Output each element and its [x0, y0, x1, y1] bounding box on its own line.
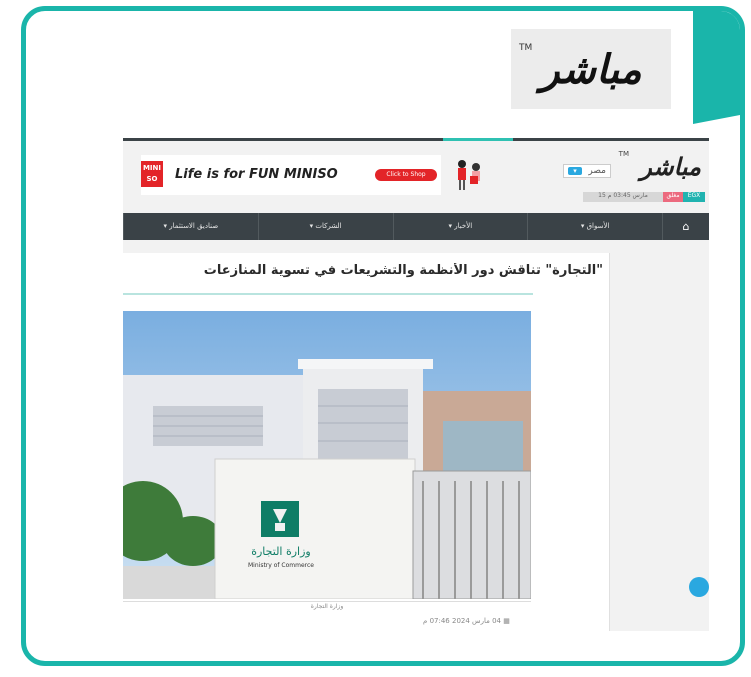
website-screenshot: TM مباشر ▾ مصر 15 مارس 03:45 م مغلق EGX … — [123, 138, 709, 631]
main-nav: ⌂ الأسواق ▾ الأخبار ▾ الشركات ▾ صناديق ا… — [123, 213, 709, 240]
market-ticker[interactable]: 15 مارس 03:45 م مغلق EGX — [583, 192, 705, 202]
article-headline[interactable]: "التجارة" تناقش دور الأنظمة والتشريعات ف… — [133, 263, 603, 278]
photo-sign-english: Ministry of Commerce — [248, 562, 314, 569]
publish-date: ▦ 04 مارس 2024 07:46 م — [423, 617, 510, 625]
article-photo: وزارة التجارة Ministry of Commerce — [123, 311, 531, 599]
ad-mascot-figures — [458, 160, 480, 190]
corner-ribbon — [693, 11, 740, 124]
miniso-logo: MINI SO — [141, 161, 163, 187]
ticker-index: EGX — [683, 192, 705, 202]
article-card: "التجارة" تناقش دور الأنظمة والتشريعات ف… — [123, 253, 610, 631]
chat-icon[interactable] — [689, 577, 709, 597]
ad-shop-button[interactable]: Click to Shop — [375, 169, 437, 181]
headline-divider — [123, 293, 533, 295]
chevron-down-icon: ▾ — [568, 167, 582, 175]
nav-news[interactable]: الأخبار ▾ — [392, 213, 528, 240]
ad-banner[interactable]: MINI SO Life is for FUN MINISO Click to … — [141, 155, 480, 195]
publish-date-text: 04 مارس 2024 07:46 م — [423, 617, 501, 625]
brand-logo: TM مباشر — [511, 29, 671, 109]
site-logo[interactable]: مباشر — [640, 152, 701, 181]
post-frame: TM مباشر TM مباشر ▾ مصر 15 مارس 03:45 م … — [21, 6, 745, 666]
nav-funds[interactable]: صناديق الاستثمار ▾ — [123, 213, 258, 240]
top-border — [123, 138, 709, 141]
country-select[interactable]: ▾ مصر — [563, 164, 611, 178]
photo-caption: وزارة التجارة — [123, 601, 531, 610]
nav-companies[interactable]: الشركات ▾ — [257, 213, 393, 240]
ticker-status: مغلق — [663, 192, 683, 202]
country-label: مصر — [588, 166, 606, 176]
calendar-icon: ▦ — [501, 617, 510, 625]
top-border-accent — [443, 138, 513, 141]
ticker-date: 15 مارس 03:45 م — [583, 192, 663, 202]
site-tm: TM — [618, 150, 629, 158]
home-icon[interactable]: ⌂ — [662, 213, 709, 240]
brand-tm: TM — [519, 43, 533, 53]
ad-tagline: Life is for FUN MINISO — [175, 167, 338, 182]
nav-markets[interactable]: الأسواق ▾ — [527, 213, 662, 240]
brand-logo-text: مباشر — [540, 45, 642, 93]
photo-sign-arabic: وزارة التجارة — [251, 545, 311, 558]
